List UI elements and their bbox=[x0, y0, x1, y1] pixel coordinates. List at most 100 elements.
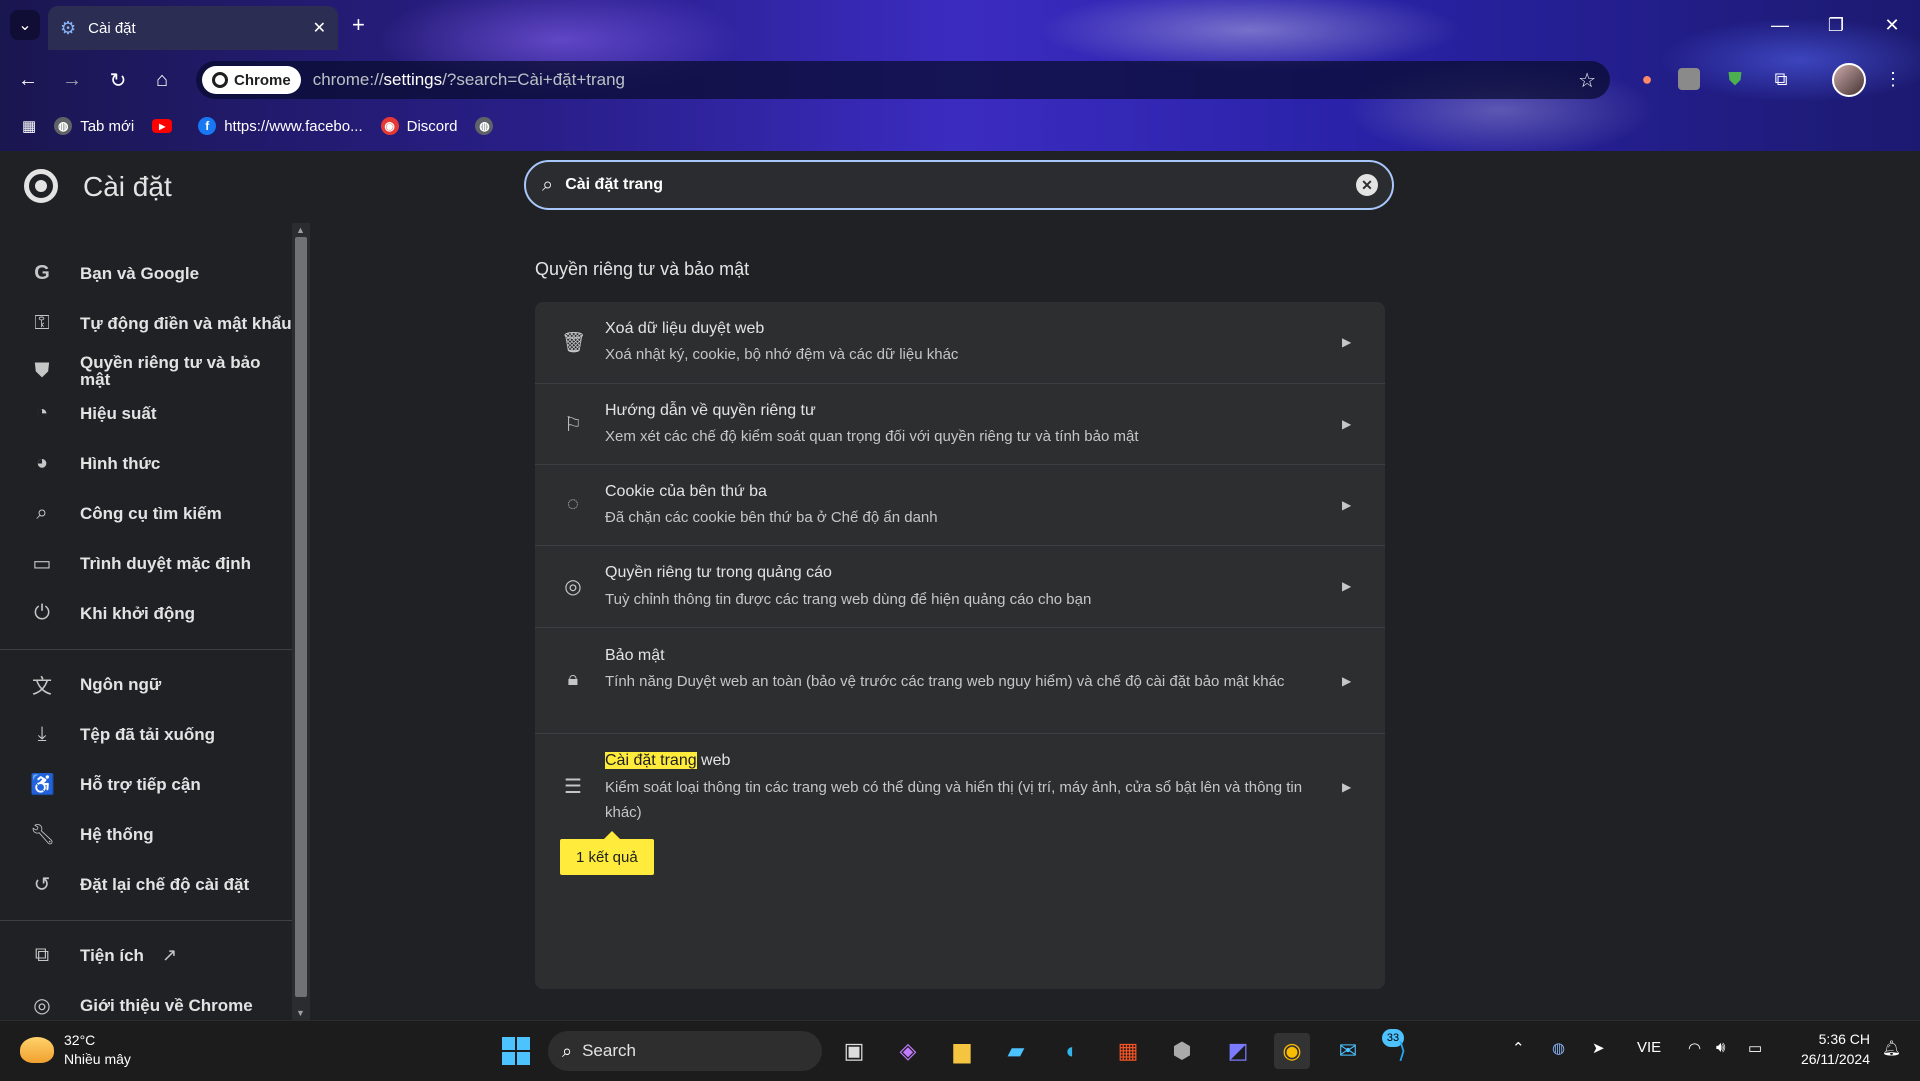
chevron-up-icon[interactable]: ⌃ bbox=[1512, 1039, 1525, 1057]
row-title-rest: web bbox=[696, 752, 731, 769]
sidebar-item-label: Trình duyệt mặc định bbox=[80, 553, 251, 573]
list-item[interactable]: ⚐ Hướng dẫn về quyền riêng tư Xem xét cá… bbox=[535, 383, 1385, 464]
bookmark-tab-moi[interactable]: ◍ Tab mới bbox=[54, 117, 134, 135]
wifi-icon[interactable]: ◠ bbox=[1688, 1039, 1701, 1057]
forward-button[interactable]: → bbox=[58, 66, 86, 94]
tab-search-button[interactable]: ⌄ bbox=[10, 10, 40, 40]
minimize-button[interactable]: — bbox=[1752, 0, 1808, 50]
weather-widget[interactable]: 32°C Nhiều mây bbox=[20, 1031, 131, 1069]
language-indicator[interactable]: VIE bbox=[1637, 1039, 1661, 1056]
bookmark-globe[interactable]: ◍ bbox=[475, 117, 501, 135]
copilot-icon[interactable]: ◈ bbox=[890, 1033, 926, 1069]
taskbar-search[interactable]: ⌕ Search bbox=[548, 1031, 822, 1071]
sidebar-item-appearance[interactable]: ◕ Hình thức bbox=[0, 451, 292, 475]
app-icon[interactable]: ▰ bbox=[998, 1033, 1034, 1069]
url-rest: /?search=Cài+đặt+trang bbox=[442, 70, 626, 89]
scrollbar-thumb[interactable] bbox=[295, 237, 307, 997]
extension-icon[interactable] bbox=[1678, 68, 1700, 90]
windows-start-icon[interactable] bbox=[502, 1037, 530, 1065]
row-title: Cookie của bên thứ ba bbox=[605, 483, 767, 500]
menu-kebab-icon[interactable]: ⋮ bbox=[1880, 66, 1906, 92]
address-bar[interactable]: Chrome chrome://settings/?search=Cài+đặt… bbox=[196, 61, 1610, 99]
row-title: Hướng dẫn về quyền riêng tư bbox=[605, 402, 816, 419]
settings-card: 🗑︎ Xoá dữ liệu duyệt web Xoá nhật ký, co… bbox=[535, 302, 1385, 989]
restore-button[interactable]: ❐ bbox=[1808, 0, 1864, 50]
edge-icon[interactable]: ◐ bbox=[1054, 1033, 1090, 1069]
settings-search[interactable]: ⌕ ✕ bbox=[524, 160, 1394, 210]
microsoft-store-icon[interactable]: ▦ bbox=[1110, 1033, 1146, 1069]
chrome-icon bbox=[212, 72, 228, 88]
sidebar-item-privacy[interactable]: ⛊ Quyền riêng tư và bảo mật bbox=[0, 351, 292, 391]
bookmark-label: Discord bbox=[406, 117, 458, 135]
clock[interactable]: 5:36 CH 26/11/2024 bbox=[1786, 1029, 1870, 1069]
reset-icon: ↺ bbox=[33, 873, 51, 896]
sidebar-item-autofill[interactable]: ⚿ Tự động điền và mật khẩu bbox=[0, 311, 292, 335]
app-icon[interactable]: ⬢ bbox=[1164, 1033, 1200, 1069]
home-button[interactable]: ⌂ bbox=[148, 66, 176, 94]
speedometer-icon: ◔ bbox=[35, 401, 49, 424]
volume-icon[interactable]: 🔊︎ bbox=[1716, 1039, 1725, 1056]
sidebar-item-about-chrome[interactable]: ◎ Giới thiệu về Chrome bbox=[0, 993, 292, 1017]
bookmark-facebook[interactable]: f https://www.facebo... bbox=[198, 117, 363, 135]
list-item[interactable]: ☰ Cài đặt trang web Kiểm soát loại thông… bbox=[535, 733, 1385, 839]
sidebar-item-downloads[interactable]: ⤓ Tệp đã tải xuống bbox=[0, 722, 292, 746]
search-input[interactable] bbox=[563, 175, 1356, 195]
new-tab-button[interactable]: + bbox=[352, 12, 365, 38]
weather-desc: Nhiều mây bbox=[64, 1051, 131, 1067]
profile-avatar[interactable] bbox=[1832, 63, 1866, 97]
close-icon[interactable]: ✕ bbox=[313, 18, 326, 38]
sidebar-item-you-and-google[interactable]: G Bạn và Google bbox=[0, 261, 292, 285]
app-icon[interactable]: ◩ bbox=[1220, 1033, 1256, 1069]
sidebar-item-label: Bạn và Google bbox=[80, 263, 200, 283]
task-view-icon[interactable]: ▣ bbox=[836, 1033, 872, 1069]
reload-button[interactable]: ↻ bbox=[104, 66, 132, 94]
google-icon: G bbox=[34, 261, 50, 284]
sidebar-item-languages[interactable]: 文 Ngôn ngữ bbox=[0, 672, 292, 698]
list-item[interactable]: 🗑︎ Xoá dữ liệu duyệt web Xoá nhật ký, co… bbox=[535, 302, 1385, 383]
search-icon: ⌕ bbox=[542, 173, 554, 196]
sidebar-scrollbar[interactable]: ▲ ▼ bbox=[292, 223, 310, 1020]
zalo-icon[interactable]: ◍ bbox=[1552, 1039, 1565, 1057]
extension-icon[interactable]: ● bbox=[1634, 66, 1660, 92]
sidebar-item-accessibility[interactable]: ♿ Hỗ trợ tiếp cận bbox=[0, 772, 292, 796]
scroll-down-icon[interactable]: ▼ bbox=[296, 1008, 305, 1018]
sidebar-item-performance[interactable]: ◔ Hiệu suất bbox=[0, 401, 292, 425]
apps-grid-icon[interactable]: ▦ bbox=[22, 117, 36, 135]
file-explorer-icon[interactable]: ▆ bbox=[944, 1033, 980, 1069]
bookmark-youtube[interactable]: ▶ bbox=[152, 119, 180, 133]
sidebar-item-default-browser[interactable]: ▭ Trình duyệt mặc định bbox=[0, 551, 292, 575]
sidebar-item-system[interactable]: 🔧︎ Hệ thống bbox=[0, 822, 292, 846]
sidebar-item-extensions[interactable]: ⧉ Tiện ích ↗ bbox=[0, 943, 292, 967]
tab-settings[interactable]: ⚙ Cài đặt ✕ bbox=[48, 6, 338, 50]
sidebar-item-search-engine[interactable]: ⌕ Công cụ tìm kiếm bbox=[0, 501, 292, 525]
shield-extension-icon[interactable]: ⛊ bbox=[1722, 66, 1748, 92]
row-subtitle: Tuỳ chỉnh thông tin được các trang web d… bbox=[605, 591, 1092, 608]
list-item[interactable]: ◎ Quyền riêng tư trong quảng cáo Tuỳ chỉ… bbox=[535, 545, 1385, 627]
list-item[interactable]: 🔒︎ Bảo mật Tính năng Duyệt web an toàn (… bbox=[535, 627, 1385, 733]
vscode-icon[interactable]: ⟩ bbox=[1384, 1033, 1420, 1069]
notifications-icon[interactable]: 🔔︎ bbox=[1882, 1039, 1901, 1057]
sidebar-item-label: Đặt lại chế độ cài đặt bbox=[80, 874, 250, 894]
list-item[interactable]: ◌ Cookie của bên thứ ba Đã chặn các cook… bbox=[535, 464, 1385, 545]
sidebar-item-on-startup[interactable]: ⏻ Khi khởi động bbox=[0, 601, 292, 625]
close-window-button[interactable]: ✕ bbox=[1864, 0, 1920, 50]
scroll-up-icon[interactable]: ▲ bbox=[296, 225, 305, 235]
url-text[interactable]: chrome://settings/?search=Cài+đặt+trang bbox=[313, 70, 1578, 90]
row-title: Bảo mật bbox=[605, 647, 665, 664]
bookmark-discord[interactable]: ◉ Discord bbox=[380, 117, 458, 135]
extensions-puzzle-icon[interactable]: ⧉ bbox=[1768, 66, 1794, 92]
chevron-right-icon: ▶ bbox=[1342, 780, 1352, 794]
mail-icon[interactable]: ✉ bbox=[1330, 1033, 1366, 1069]
browser-window-icon: ▭ bbox=[32, 552, 52, 575]
sidebar-item-reset[interactable]: ↺ Đặt lại chế độ cài đặt bbox=[0, 872, 292, 896]
clock-date: 26/11/2024 bbox=[1800, 1051, 1870, 1067]
send-icon[interactable]: ➤ bbox=[1592, 1039, 1605, 1057]
clear-search-icon[interactable]: ✕ bbox=[1356, 174, 1378, 196]
cookie-icon: ◌ bbox=[567, 493, 579, 515]
battery-icon[interactable]: ▭ bbox=[1748, 1039, 1762, 1057]
site-chip[interactable]: Chrome bbox=[202, 66, 301, 94]
wrench-icon: 🔧︎ bbox=[30, 823, 56, 846]
back-button[interactable]: ← bbox=[14, 66, 42, 94]
chrome-taskbar-icon[interactable]: ◉ bbox=[1274, 1033, 1310, 1069]
bookmark-star-icon[interactable]: ☆ bbox=[1578, 68, 1596, 93]
